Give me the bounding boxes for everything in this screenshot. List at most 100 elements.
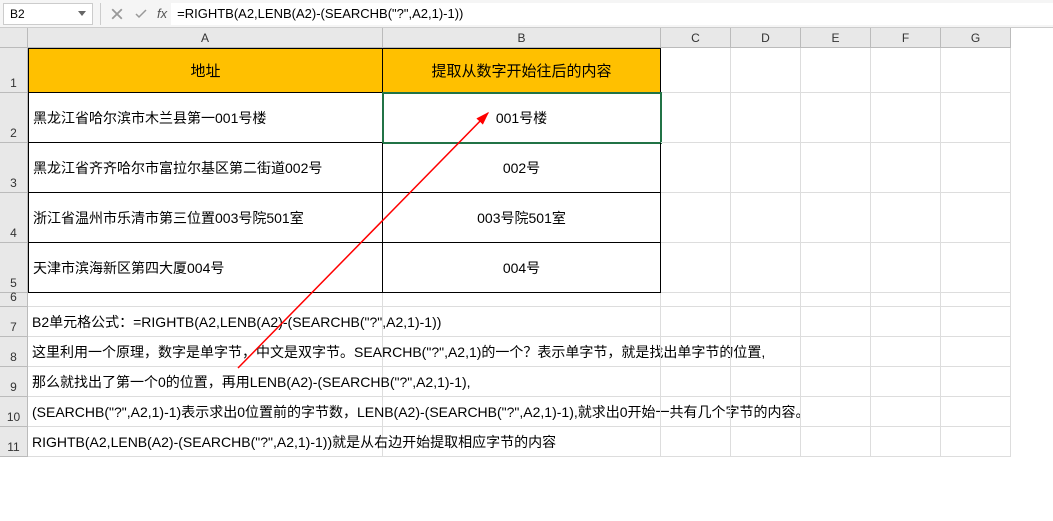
cell-e2[interactable] <box>801 93 871 143</box>
cell-f2[interactable] <box>871 93 941 143</box>
cell-f8[interactable] <box>871 337 941 367</box>
cell-f7[interactable] <box>871 307 941 337</box>
cell-e5[interactable] <box>801 243 871 293</box>
confirm-formula-button[interactable] <box>129 3 153 25</box>
cell-a8[interactable]: 这里利用一个原理，数字是单字节，中文是双字节。SEARCHB("?",A2,1)… <box>28 337 383 367</box>
row-header-9[interactable]: 9 <box>0 367 28 397</box>
cell-b8[interactable] <box>383 337 661 367</box>
cell-e10[interactable] <box>801 397 871 427</box>
cell-d8[interactable] <box>731 337 801 367</box>
cell-a3[interactable]: 黑龙江省齐齐哈尔市富拉尔基区第二街道002号 <box>28 143 383 193</box>
cell-g5[interactable] <box>941 243 1011 293</box>
cell-e4[interactable] <box>801 193 871 243</box>
cell-a5[interactable]: 天津市滨海新区第四大厦004号 <box>28 243 383 293</box>
cell-g6[interactable] <box>941 293 1011 307</box>
name-box[interactable]: B2 <box>3 3 93 25</box>
cell-d11[interactable] <box>731 427 801 457</box>
row-header-1[interactable]: 1 <box>0 48 28 93</box>
cell-c4[interactable] <box>661 193 731 243</box>
cell-f3[interactable] <box>871 143 941 193</box>
row-header-5[interactable]: 5 <box>0 243 28 293</box>
cell-d9[interactable] <box>731 367 801 397</box>
cell-g3[interactable] <box>941 143 1011 193</box>
cell-f4[interactable] <box>871 193 941 243</box>
cell-g2[interactable] <box>941 93 1011 143</box>
cell-a11[interactable]: RIGHTB(A2,LENB(A2)-(SEARCHB("?",A2,1)-1)… <box>28 427 383 457</box>
cell-b9[interactable] <box>383 367 661 397</box>
cell-e11[interactable] <box>801 427 871 457</box>
cell-d6[interactable] <box>731 293 801 307</box>
cell-c2[interactable] <box>661 93 731 143</box>
cell-b3[interactable]: 002号 <box>383 143 661 193</box>
cell-g1[interactable] <box>941 48 1011 93</box>
cell-c7[interactable] <box>661 307 731 337</box>
cell-b11[interactable] <box>383 427 661 457</box>
col-header-f[interactable]: F <box>871 28 941 48</box>
cell-d3[interactable] <box>731 143 801 193</box>
cancel-formula-button[interactable] <box>105 3 129 25</box>
cell-d1[interactable] <box>731 48 801 93</box>
cell-f10[interactable] <box>871 397 941 427</box>
row-header-3[interactable]: 3 <box>0 143 28 193</box>
cell-e6[interactable] <box>801 293 871 307</box>
fx-label[interactable]: fx <box>157 6 167 21</box>
cell-g4[interactable] <box>941 193 1011 243</box>
cell-g11[interactable] <box>941 427 1011 457</box>
cell-g7[interactable] <box>941 307 1011 337</box>
cell-a6[interactable] <box>28 293 383 307</box>
cell-b7[interactable] <box>383 307 661 337</box>
row-header-11[interactable]: 11 <box>0 427 28 457</box>
cell-c3[interactable] <box>661 143 731 193</box>
cell-f9[interactable] <box>871 367 941 397</box>
row-header-7[interactable]: 7 <box>0 307 28 337</box>
col-header-a[interactable]: A <box>28 28 383 48</box>
cell-f6[interactable] <box>871 293 941 307</box>
cell-c8[interactable] <box>661 337 731 367</box>
col-header-e[interactable]: E <box>801 28 871 48</box>
cell-c9[interactable] <box>661 367 731 397</box>
cell-c6[interactable] <box>661 293 731 307</box>
cell-e8[interactable] <box>801 337 871 367</box>
cell-e3[interactable] <box>801 143 871 193</box>
cell-b2[interactable]: 001号楼 <box>383 93 661 143</box>
row-header-2[interactable]: 2 <box>0 93 28 143</box>
cell-g10[interactable] <box>941 397 1011 427</box>
cell-d7[interactable] <box>731 307 801 337</box>
col-header-d[interactable]: D <box>731 28 801 48</box>
row-header-6[interactable]: 6 <box>0 293 28 307</box>
select-all-corner[interactable] <box>0 28 28 48</box>
cell-a9[interactable]: 那么就找出了第一个0的位置，再用LENB(A2)-(SEARCHB("?",A2… <box>28 367 383 397</box>
cell-b1[interactable]: 提取从数字开始往后的内容 <box>383 48 661 93</box>
cell-e9[interactable] <box>801 367 871 397</box>
cell-f1[interactable] <box>871 48 941 93</box>
cell-a10[interactable]: (SEARCHB("?",A2,1)-1)表示求出0位置前的字节数，LENB(A… <box>28 397 383 427</box>
cell-d2[interactable] <box>731 93 801 143</box>
cell-g9[interactable] <box>941 367 1011 397</box>
cell-c1[interactable] <box>661 48 731 93</box>
cell-d5[interactable] <box>731 243 801 293</box>
col-header-c[interactable]: C <box>661 28 731 48</box>
row-header-10[interactable]: 10 <box>0 397 28 427</box>
cell-b6[interactable] <box>383 293 661 307</box>
row-header-4[interactable]: 4 <box>0 193 28 243</box>
row-header-8[interactable]: 8 <box>0 337 28 367</box>
cell-d4[interactable] <box>731 193 801 243</box>
cell-g8[interactable] <box>941 337 1011 367</box>
cell-a2[interactable]: 黑龙江省哈尔滨市木兰县第一001号楼 <box>28 93 383 143</box>
formula-input[interactable] <box>171 3 1053 25</box>
cell-f11[interactable] <box>871 427 941 457</box>
col-header-g[interactable]: G <box>941 28 1011 48</box>
chevron-down-icon[interactable] <box>78 11 86 16</box>
cell-c11[interactable] <box>661 427 731 457</box>
cell-f5[interactable] <box>871 243 941 293</box>
cell-a4[interactable]: 浙江省温州市乐清市第三位置003号院501室 <box>28 193 383 243</box>
cell-c5[interactable] <box>661 243 731 293</box>
cell-a1[interactable]: 地址 <box>28 48 383 93</box>
cell-e7[interactable] <box>801 307 871 337</box>
cell-b4[interactable]: 003号院501室 <box>383 193 661 243</box>
cell-b10[interactable] <box>383 397 661 427</box>
cell-d10[interactable] <box>731 397 801 427</box>
cell-c10[interactable] <box>661 397 731 427</box>
cell-b5[interactable]: 004号 <box>383 243 661 293</box>
cell-a7[interactable]: B2单元格公式：=RIGHTB(A2,LENB(A2)-(SEARCHB("?"… <box>28 307 383 337</box>
